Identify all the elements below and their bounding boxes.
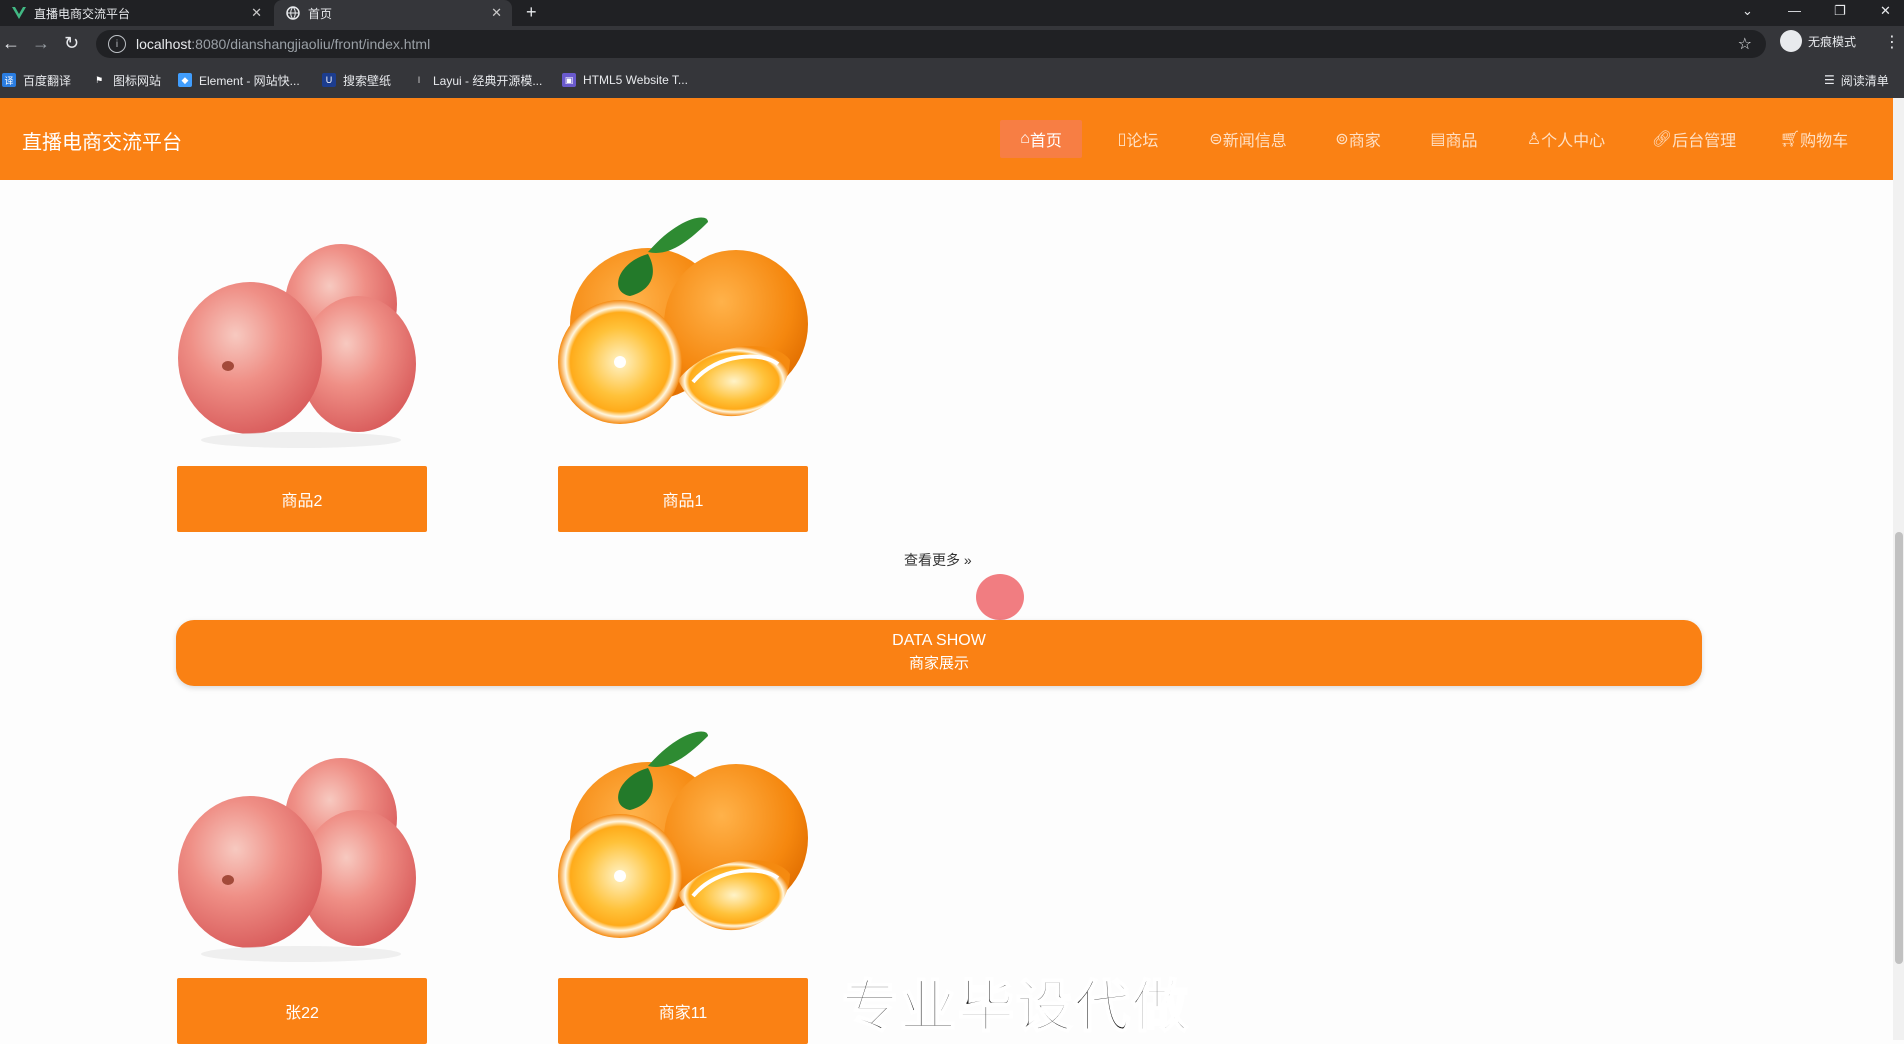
home-icon: ⌂ bbox=[1020, 130, 1030, 147]
scrollbar-thumb[interactable] bbox=[1895, 532, 1903, 964]
section-title-cn: 商家展示 bbox=[908, 655, 969, 672]
incognito-icon bbox=[1780, 30, 1802, 52]
nav-goods[interactable]: ▤ 商品 bbox=[1416, 120, 1492, 158]
back-button[interactable]: ← bbox=[2, 33, 20, 54]
browser-toolbar: ← → ↻ i localhost :8080/dianshangjiaoliu… bbox=[0, 26, 1904, 62]
tab-vue-site[interactable]: 直播电商交流平台 ✕ bbox=[0, 0, 272, 26]
nav-user-center[interactable]: ♙ 个人中心 bbox=[1512, 120, 1620, 158]
wallpaper-icon: U bbox=[322, 73, 336, 87]
product-image-orange[interactable] bbox=[558, 212, 808, 460]
tab-title: 直播电商交流平台 bbox=[34, 6, 131, 21]
mouse-cursor-highlight bbox=[976, 574, 1024, 620]
vue-logo-icon bbox=[12, 6, 26, 20]
close-window-button[interactable]: ✕ bbox=[1880, 3, 1891, 19]
html5-icon: ▣ bbox=[562, 73, 576, 87]
news-icon: ⊜ bbox=[1209, 131, 1223, 148]
view-more-link[interactable]: 查看更多 » bbox=[904, 550, 972, 570]
nav-home[interactable]: ⌂ 首页 bbox=[1000, 120, 1082, 158]
bookmarks-bar: 译百度翻译 ⚑ 图标网站 ◆ Element - 网站快... U 搜索壁纸 l Lay… bbox=[0, 62, 1904, 99]
tab-home[interactable]: 首页 ✕ bbox=[274, 0, 512, 26]
incognito-profile-button[interactable]: 无痕模式 bbox=[1780, 30, 1856, 52]
minimize-button[interactable]: — bbox=[1788, 3, 1801, 18]
globe-icon bbox=[286, 6, 300, 20]
reading-list-button[interactable]: ☰ 阅读清单 bbox=[1824, 62, 1889, 98]
link-icon: 🔗︎ bbox=[1651, 131, 1673, 148]
nav-cart[interactable]: 🛒︎ 购物车 bbox=[1768, 120, 1860, 158]
tab-title: 首页 bbox=[308, 6, 333, 21]
product-image-apple[interactable] bbox=[176, 218, 426, 466]
reload-button[interactable]: ↻ bbox=[64, 33, 79, 54]
merchant-card-button[interactable]: 张22 bbox=[177, 978, 427, 1044]
layui-icon: l bbox=[418, 75, 420, 85]
close-tab-icon[interactable]: ✕ bbox=[251, 5, 262, 21]
bookmark-layui[interactable]: l Layui - 经典开源模... bbox=[412, 62, 542, 98]
flag-icon: ⚑ bbox=[94, 74, 104, 85]
merchant-image-orange[interactable] bbox=[558, 726, 808, 974]
merchant-image-apple[interactable] bbox=[176, 732, 426, 980]
cart-icon: 🛒︎ bbox=[1779, 131, 1801, 148]
forward-button[interactable]: → bbox=[32, 33, 50, 54]
tab-search-icon[interactable]: ⌄ bbox=[1742, 3, 1753, 19]
site-header: 直播电商交流平台 ⌂ 首页 ▯ 论坛 ⊜ 新闻信息 ⊚ 商家 ▤ 商品 ♙ 个人中心 🔗︎ 后… bbox=[0, 98, 1893, 180]
browser-menu-icon[interactable]: ⋮ bbox=[1884, 32, 1900, 52]
restore-button[interactable]: ❐ bbox=[1834, 3, 1846, 19]
product-card-button[interactable]: 商品2 bbox=[177, 466, 427, 532]
nav-merchants[interactable]: ⊚ 商家 bbox=[1320, 120, 1396, 158]
nav-news[interactable]: ⊜ 新闻信息 bbox=[1196, 120, 1300, 158]
bookmark-baidu-translate[interactable]: 译百度翻译 bbox=[2, 62, 71, 98]
info-icon[interactable]: i bbox=[108, 35, 126, 53]
nav-admin[interactable]: 🔗︎ 后台管理 bbox=[1640, 120, 1748, 158]
bookmark-element[interactable]: ◆ Element - 网站快... bbox=[178, 62, 300, 98]
merchant-section-banner: DATA SHOW 商家展示 bbox=[176, 620, 1702, 686]
merchant-card-button[interactable]: 商家11 bbox=[558, 978, 808, 1044]
section-title-en: DATA SHOW bbox=[892, 632, 986, 649]
url-host: localhost bbox=[136, 36, 192, 52]
double-chevron-right-icon: » bbox=[960, 552, 972, 568]
address-bar[interactable]: i localhost :8080/dianshangjiaoliu/front… bbox=[96, 30, 1766, 58]
profile-label: 无痕模式 bbox=[1808, 34, 1857, 49]
site-title: 直播电商交流平台 bbox=[22, 132, 182, 154]
url-path: :8080/dianshangjiaoliu/front/index.html bbox=[191, 36, 431, 52]
nav-forum[interactable]: ▯ 论坛 bbox=[1100, 120, 1176, 158]
reading-list-icon: ☰ bbox=[1824, 73, 1835, 87]
browser-tab-bar: 直播电商交流平台 ✕ 首页 ✕ + ⌄ — ❐ ✕ bbox=[0, 0, 1904, 26]
bookmark-wallpaper[interactable]: U 搜索壁纸 bbox=[322, 62, 391, 98]
close-tab-icon[interactable]: ✕ bbox=[491, 5, 502, 21]
watermark-text: 专业毕设代做 bbox=[841, 974, 1190, 1041]
bookmark-html5[interactable]: ▣ HTML5 Website T... bbox=[562, 62, 688, 98]
product-card-button[interactable]: 商品1 bbox=[558, 466, 808, 532]
translate-icon: 译 bbox=[2, 73, 16, 87]
forum-icon: ▯ bbox=[1117, 131, 1127, 148]
bookmark-icon-site[interactable]: ⚑ 图标网站 bbox=[92, 62, 161, 98]
bookmark-star-icon[interactable]: ☆ bbox=[1738, 34, 1752, 54]
goods-icon: ▤ bbox=[1430, 131, 1446, 148]
user-icon: ♙ bbox=[1526, 131, 1542, 148]
element-icon: ◆ bbox=[178, 73, 192, 87]
new-tab-button[interactable]: + bbox=[526, 2, 537, 23]
shop-icon: ⊚ bbox=[1335, 131, 1349, 148]
